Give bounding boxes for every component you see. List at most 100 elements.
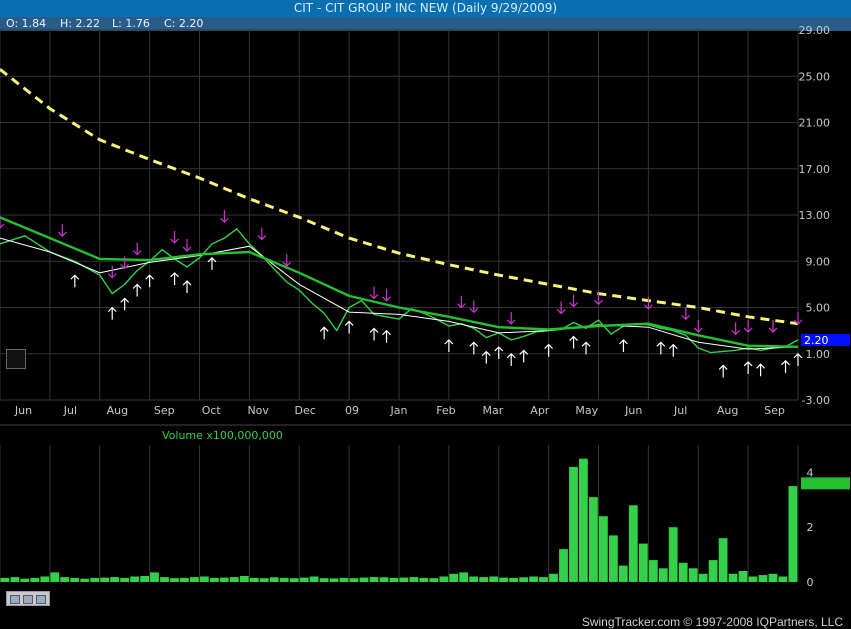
volume-bar (758, 575, 768, 582)
volume-bar (738, 571, 748, 582)
sell-signal-arrow (107, 265, 117, 279)
volume-bar (190, 577, 199, 582)
buy-signal-arrow (70, 274, 80, 288)
buy-signal-arrow (581, 341, 591, 355)
volume-bar (449, 573, 459, 582)
x-tick-label: Dec (294, 404, 315, 417)
volume-bar (788, 486, 798, 582)
volume-bar (778, 576, 788, 582)
volume-bar (718, 538, 728, 582)
sell-signal-arrow (506, 311, 516, 325)
buy-signal-arrow (668, 343, 678, 357)
buy-signal-arrow (444, 339, 454, 352)
volume-bar (668, 527, 678, 582)
volume-bar (728, 573, 738, 582)
volume-bar (249, 577, 259, 582)
volume-bar (638, 543, 648, 582)
zoom-out-icon[interactable] (10, 595, 20, 604)
buy-signal-arrow (107, 306, 117, 320)
volume-bar (768, 573, 778, 582)
pan-control-icon[interactable] (6, 349, 26, 369)
volume-bar (70, 577, 80, 582)
volume-bar (419, 577, 429, 582)
buy-signal-arrow (781, 359, 790, 373)
volume-bar (30, 577, 40, 582)
price-chart[interactable]: 29.00 25.00 21.00 17.00 13.00 9.00 5.00 1.00 -3.… (0, 0, 851, 629)
sell-signal-arrow (282, 254, 292, 267)
volume-bar (369, 577, 379, 582)
volume-bar (589, 497, 598, 582)
x-tick-label: Apr (530, 404, 550, 417)
sell-signal-arrow (132, 242, 142, 256)
volume-bar (10, 577, 20, 582)
volume-bar (628, 505, 638, 582)
buy-signal-arrow (145, 274, 155, 288)
volume-bar (229, 577, 239, 582)
y-tick-label: -3.00 (802, 394, 830, 407)
volume-bar (479, 577, 489, 582)
volume-bar (150, 572, 159, 582)
volume-bar (708, 560, 718, 582)
volume-bar (539, 577, 548, 582)
y-tick-label: 25.00 (799, 70, 831, 83)
volume-bar (130, 576, 139, 582)
volume-bar (399, 577, 409, 582)
x-tick-label: Jun (14, 404, 32, 417)
x-tick-label: May (575, 404, 598, 417)
x-tick-label: Jun (624, 404, 642, 417)
volume-bar (90, 577, 100, 582)
volume-bar (329, 578, 339, 582)
copyright-footer: SwingTracker.com © 1997-2008 IQPartners,… (581, 615, 843, 629)
x-tick-label: Sep (154, 404, 175, 417)
zoom-controls[interactable] (6, 591, 50, 606)
volume-bar (120, 577, 129, 582)
volume-bar (549, 573, 558, 582)
buy-signal-arrow (793, 353, 803, 366)
volume-bar (160, 577, 169, 582)
sell-signal-arrow (681, 307, 691, 321)
volume-bar (60, 577, 70, 582)
volume-bar (469, 576, 479, 582)
sell-signal-arrow (469, 300, 479, 314)
volume-bar (609, 535, 618, 582)
volume-bar (618, 565, 628, 582)
volume-bar (559, 549, 568, 582)
buy-signal-arrow (569, 335, 578, 349)
sell-signal-arrow (456, 295, 466, 309)
buy-signal-arrow (382, 329, 391, 343)
volume-bar (319, 578, 329, 582)
volume-bar (100, 577, 110, 582)
buy-signal-arrow (344, 320, 354, 334)
volume-bar (429, 578, 439, 582)
x-tick-label: Mar (482, 404, 503, 417)
volume-bar (20, 578, 30, 582)
volume-bar (180, 577, 189, 582)
sell-signal-arrow (382, 288, 391, 302)
buy-signal-arrow (506, 353, 516, 366)
volume-bar (579, 458, 588, 582)
volume-bar (170, 578, 179, 582)
zoom-reset-icon[interactable] (23, 595, 33, 604)
volume-bar (529, 576, 538, 582)
volume-bar (658, 568, 668, 582)
buy-signal-arrow (718, 364, 728, 378)
y-tick-label: 1.00 (806, 348, 831, 361)
y-tick-label: 21.00 (799, 117, 831, 130)
volume-bar (359, 577, 369, 582)
volume-bar (688, 568, 698, 582)
buy-signal-arrow (494, 346, 504, 359)
buy-signal-arrow (170, 272, 179, 285)
x-tick-label: Feb (436, 404, 455, 417)
volume-bar (409, 577, 419, 582)
sell-signal-arrow (569, 294, 578, 308)
sell-signal-arrow (170, 230, 179, 244)
buy-signal-arrow (519, 349, 529, 363)
sell-signal-arrow (731, 322, 741, 336)
zoom-in-icon[interactable] (36, 595, 46, 604)
volume-bar (349, 578, 359, 582)
sell-signal-arrow (693, 319, 703, 333)
y-tick-label: 9.00 (806, 255, 831, 268)
y-tick-label: 13.00 (799, 209, 831, 222)
x-tick-label: Aug (717, 404, 738, 417)
y-tick-label: 29.00 (799, 24, 831, 37)
